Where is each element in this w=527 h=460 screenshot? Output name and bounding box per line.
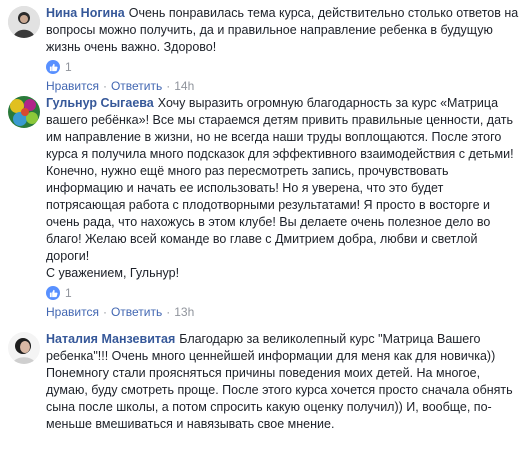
comment-author[interactable]: Гульнур Сыгаева (46, 96, 154, 110)
comment: Наталия Манзевитая Благодарю за великолеп… (0, 326, 527, 460)
comment-body: Гульнур Сыгаева Хочу выразить огромную бл… (46, 90, 519, 282)
user-photo-icon (8, 332, 40, 364)
comment-body: Наталия Манзевитая Благодарю за великолеп… (46, 326, 519, 433)
avatar[interactable] (8, 332, 40, 364)
reply-button[interactable]: Ответить (111, 305, 162, 319)
reaction-summary[interactable]: 1 (46, 283, 519, 303)
comment: Гульнур Сыгаева Хочу выразить огромную бл… (0, 90, 527, 326)
comment: Нина Ногина Очень понравилась тема курса,… (0, 0, 527, 93)
comment-text: Хочу выразить огромную благодарность за … (46, 96, 514, 263)
reaction-count: 1 (65, 60, 72, 74)
avatar[interactable] (8, 96, 40, 128)
comment-signature: С уважением, Гульнур! (46, 266, 180, 280)
reaction-count: 1 (65, 286, 72, 300)
user-photo-icon (8, 96, 40, 128)
comment-body: Нина Ногина Очень понравилась тема курса,… (46, 0, 519, 56)
comment-author[interactable]: Наталия Манзевитая (46, 332, 175, 346)
comment-author[interactable]: Нина Ногина (46, 6, 125, 20)
separator-dot: · (102, 305, 107, 319)
comment-actions: Нравится · Ответить · 13h (46, 303, 519, 321)
like-button[interactable]: Нравится (46, 305, 99, 319)
like-icon (46, 286, 60, 300)
reaction-summary[interactable]: 1 (46, 57, 519, 77)
separator-dot: · (166, 305, 171, 319)
comment-text: Благодарю за великолепный курс "Матрица … (46, 332, 513, 431)
like-icon (46, 60, 60, 74)
comment-time[interactable]: 13h (174, 305, 194, 319)
avatar[interactable] (8, 6, 40, 38)
user-photo-icon (8, 6, 40, 38)
